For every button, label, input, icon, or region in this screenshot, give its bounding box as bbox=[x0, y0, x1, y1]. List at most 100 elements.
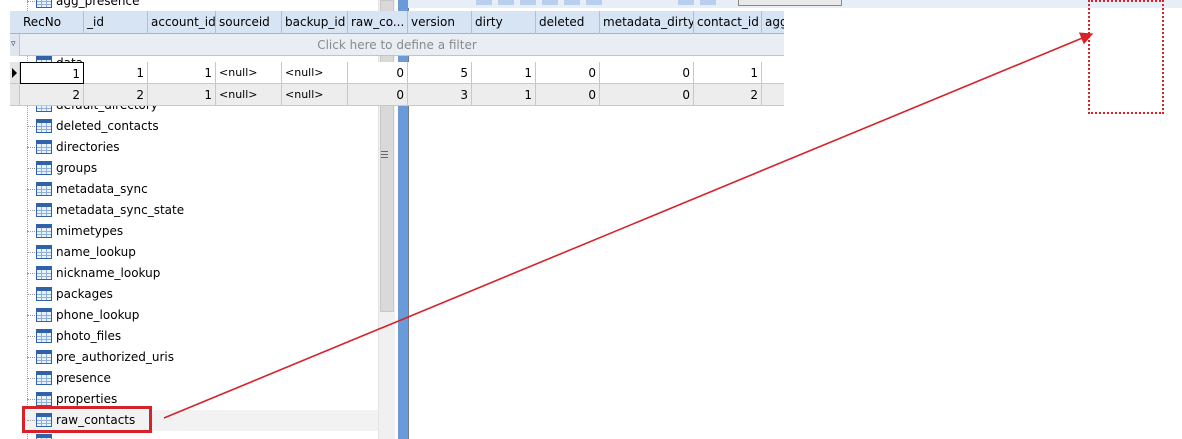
table-icon bbox=[36, 287, 52, 301]
toolbar-button[interactable] bbox=[520, 0, 536, 5]
tree-branch-line bbox=[27, 399, 35, 400]
cell-raw-co[interactable]: 0 bbox=[348, 84, 408, 106]
cell-backup-id[interactable]: <null> bbox=[282, 84, 348, 106]
tree-item-label: agg_presence bbox=[56, 0, 140, 8]
tree-branch-line bbox=[27, 210, 35, 211]
column-header-raw-co[interactable]: raw_co... bbox=[348, 11, 408, 34]
tree-item-label: pre_authorized_uris bbox=[56, 350, 174, 364]
cell-sourceid[interactable]: <null> bbox=[216, 62, 282, 84]
tree-item-presence[interactable]: presence bbox=[27, 368, 378, 389]
cell-version[interactable]: 3 bbox=[408, 84, 472, 106]
table-icon bbox=[36, 224, 52, 238]
tree-item-deleted-contacts[interactable]: deleted_contacts bbox=[27, 116, 378, 137]
tree-branch-line bbox=[27, 315, 35, 316]
tree-item-label: directories bbox=[56, 140, 120, 154]
tree-item-nickname-lookup[interactable]: nickname_lookup bbox=[27, 263, 378, 284]
column-header-id[interactable]: _id bbox=[84, 11, 148, 34]
funnel-icon: ▿ bbox=[10, 34, 20, 56]
cell-dirty[interactable]: 1 bbox=[472, 62, 536, 84]
table-icon bbox=[36, 161, 52, 175]
cell-deleted[interactable]: 0 bbox=[536, 84, 600, 106]
column-header-contact-id[interactable]: contact_id bbox=[694, 11, 762, 34]
tree-item-label: nickname_lookup bbox=[56, 266, 161, 280]
grid-toolbar bbox=[408, 0, 1182, 8]
cell-backup-id[interactable]: <null> bbox=[282, 62, 348, 84]
tree-branch-line bbox=[27, 168, 35, 169]
cell-recno[interactable]: 1 bbox=[20, 62, 84, 84]
toolbar-button[interactable] bbox=[476, 0, 492, 5]
toolbar-button[interactable] bbox=[700, 0, 716, 5]
cell-account-id[interactable]: 1 bbox=[148, 84, 216, 106]
table-icon bbox=[36, 182, 52, 196]
row-indicator[interactable] bbox=[10, 62, 20, 84]
table-icon bbox=[36, 329, 52, 343]
cell-metadata-dirty[interactable]: 0 bbox=[600, 62, 694, 84]
column-header-sourceid[interactable]: sourceid bbox=[216, 11, 282, 34]
toolbar-field[interactable] bbox=[738, 0, 842, 6]
column-header-account-id[interactable]: account_id bbox=[148, 11, 216, 34]
column-header-dirty[interactable]: dirty bbox=[472, 11, 536, 34]
table-icon bbox=[36, 371, 52, 385]
cell-contact-id[interactable]: 1 bbox=[694, 62, 762, 84]
tree-branch-line bbox=[27, 189, 35, 190]
column-header-recno[interactable]: RecNo bbox=[20, 11, 84, 34]
tree-item-label: phone_lookup bbox=[56, 308, 140, 322]
cell-account-id[interactable]: 1 bbox=[148, 62, 216, 84]
table-row[interactable]: 2 2 1 <null> <null> 0 3 1 0 0 2 bbox=[10, 84, 784, 106]
toolbar-button[interactable] bbox=[498, 0, 514, 5]
cell-metadata-dirty[interactable]: 0 bbox=[600, 84, 694, 106]
contact-id-column-highlight bbox=[1088, 0, 1164, 114]
tree-item-label: name_lookup bbox=[56, 245, 136, 259]
cell-raw-co[interactable]: 0 bbox=[348, 62, 408, 84]
tree-item-directories[interactable]: directories bbox=[27, 137, 378, 158]
splitter-grip-icon[interactable] bbox=[381, 150, 388, 159]
column-header-backup-id[interactable]: backup_id bbox=[282, 11, 348, 34]
cell-contact-id[interactable]: 2 bbox=[694, 84, 762, 106]
tree-branch-line bbox=[27, 273, 35, 274]
tree-item-name-lookup[interactable]: name_lookup bbox=[27, 242, 378, 263]
cell-agg[interactable] bbox=[762, 84, 784, 106]
filter-row[interactable]: Click here to define a filter ▿ bbox=[10, 34, 784, 56]
toolbar-button[interactable] bbox=[542, 0, 558, 5]
tree-item-photo-files[interactable]: photo_files bbox=[27, 326, 378, 347]
tree-item-pre-authorized-uris[interactable]: pre_authorized_uris bbox=[27, 347, 378, 368]
tree-item-label: deleted_contacts bbox=[56, 119, 159, 133]
cell-deleted[interactable]: 0 bbox=[536, 62, 600, 84]
tree-item-groups[interactable]: groups bbox=[27, 158, 378, 179]
tree-item-label: presence bbox=[56, 371, 111, 385]
tree-branch-line bbox=[27, 357, 35, 358]
current-row-arrow-icon bbox=[12, 68, 17, 78]
tree-item-label: photo_files bbox=[56, 329, 122, 343]
column-header-deleted[interactable]: deleted bbox=[536, 11, 600, 34]
column-header-version[interactable]: version bbox=[408, 11, 472, 34]
column-header-agg[interactable]: agg bbox=[762, 11, 784, 34]
toolbar-button[interactable] bbox=[678, 0, 694, 5]
tree-item-packages[interactable]: packages bbox=[27, 284, 378, 305]
cell-dirty[interactable]: 1 bbox=[472, 84, 536, 106]
tree-item-metadata-sync-state[interactable]: metadata_sync_state bbox=[27, 200, 378, 221]
tree-item-label: mimetypes bbox=[56, 224, 124, 238]
filter-prompt[interactable]: Click here to define a filter bbox=[10, 34, 784, 56]
tree-item-metadata-sync[interactable]: metadata_sync bbox=[27, 179, 378, 200]
cell-agg[interactable] bbox=[762, 62, 784, 84]
cell-version[interactable]: 5 bbox=[408, 62, 472, 84]
tree-item-label: properties bbox=[56, 392, 118, 406]
table-icon bbox=[36, 434, 52, 439]
tree-branch-line bbox=[27, 1, 35, 2]
table-icon bbox=[36, 266, 52, 280]
cell-id[interactable]: 1 bbox=[84, 62, 148, 84]
cell-sourceid[interactable]: <null> bbox=[216, 84, 282, 106]
table-icon bbox=[36, 119, 52, 133]
table-row[interactable]: 1 1 1 <null> <null> 0 5 1 0 0 1 bbox=[10, 62, 784, 84]
table-icon bbox=[36, 308, 52, 322]
tree-item-mimetypes[interactable]: mimetypes bbox=[27, 221, 378, 242]
cell-recno[interactable]: 2 bbox=[20, 84, 84, 106]
column-header-metadata-dirty[interactable]: metadata_dirty bbox=[600, 11, 694, 34]
row-indicator[interactable] bbox=[10, 84, 20, 106]
cell-id[interactable]: 2 bbox=[84, 84, 148, 106]
tree-item-phone-lookup[interactable]: phone_lookup bbox=[27, 305, 378, 326]
table-icon bbox=[36, 245, 52, 259]
tree-branch-line bbox=[27, 294, 35, 295]
toolbar-button[interactable] bbox=[586, 0, 602, 5]
toolbar-button[interactable] bbox=[564, 0, 580, 5]
